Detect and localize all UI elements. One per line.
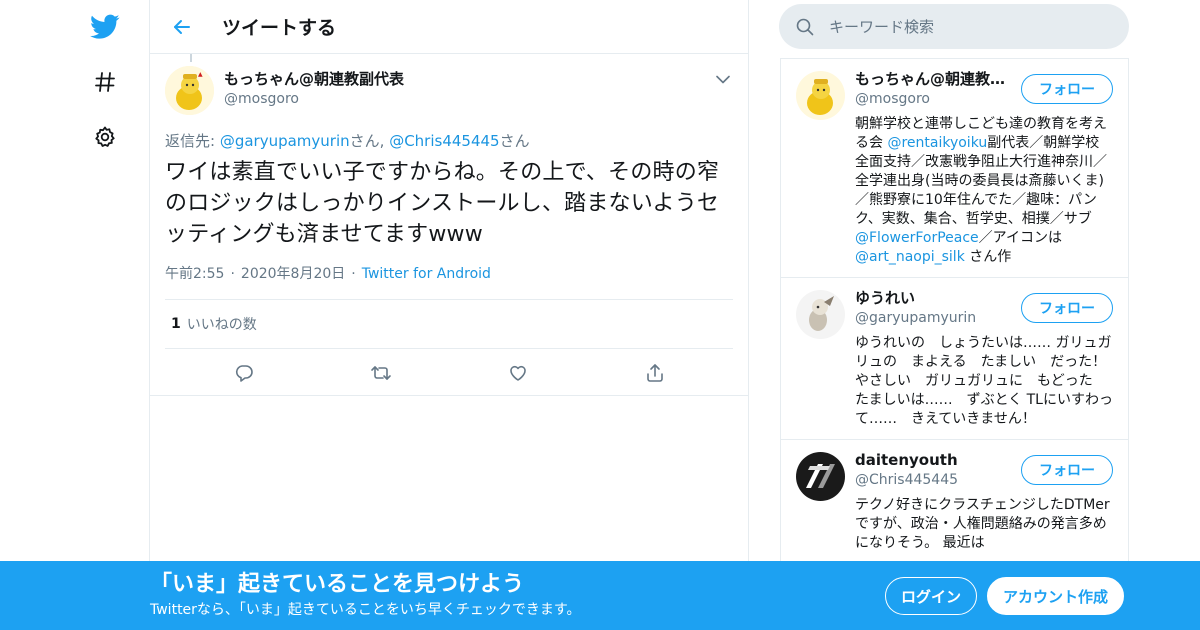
tweet-source[interactable]: Twitter for Android <box>362 264 491 284</box>
bio-mention-link[interactable]: @rentaikyoiku <box>887 135 987 151</box>
tweet-date[interactable]: 2020年8月20日 <box>241 264 345 284</box>
user-cell[interactable]: ゆうれい @garyupamyurin フォロー ゆうれいの しょうたいは…… … <box>781 278 1128 440</box>
meta-dot: · <box>230 266 235 282</box>
twitter-logo-icon[interactable] <box>88 10 122 44</box>
author-display-name[interactable]: もっちゃん@朝連教副代表 <box>224 69 404 89</box>
user-bio: テクノ好きにクラスチェンジしたDTMerですが、政治・人権問題絡みの発言多めにな… <box>855 497 1110 551</box>
search-input[interactable] <box>829 17 1109 36</box>
user-display-name[interactable]: もっちゃん@朝連教… <box>855 69 1010 89</box>
login-button[interactable]: ログイン <box>885 577 977 615</box>
reply-suffix: さん <box>499 132 530 150</box>
page-title: ツイートする <box>222 17 337 39</box>
follow-button[interactable]: フォロー <box>1021 293 1113 323</box>
avatar[interactable] <box>796 452 845 501</box>
follow-button[interactable]: フォロー <box>1021 455 1113 485</box>
search-bar[interactable] <box>779 4 1129 49</box>
share-icon[interactable] <box>635 353 675 393</box>
avatar[interactable]: ▲ <box>165 66 214 115</box>
meta-dot: · <box>351 266 356 282</box>
user-bio: ゆうれいの しょうたいは…… ガリュガリュの まよえる たましい だった！ やさ… <box>855 335 1113 427</box>
signup-banner: 「いま」起きていることを見つけよう Twitterなら、「いま」起きていることを… <box>0 561 1200 630</box>
tweet-stats[interactable]: 1 いいねの数 <box>165 299 733 349</box>
user-cell[interactable]: daitenyouth @Chris445445 フォロー テクノ好きにクラスチ… <box>781 440 1128 563</box>
likes-count: 1 <box>171 316 181 332</box>
user-bio: 朝鮮学校と連帯しこども達の教育を考える会 @rentaikyoiku副代表／朝鮮… <box>855 115 1113 267</box>
follow-button[interactable]: フォロー <box>1021 74 1113 104</box>
user-display-name[interactable]: ゆうれい <box>855 288 1010 308</box>
explore-hashtag-icon[interactable] <box>88 65 122 99</box>
tweet-detail: ▲ もっちゃん@朝連教副代表 @mosgoro 返信先: @garyupamyu… <box>150 54 748 397</box>
thread-line <box>190 54 192 62</box>
user-cell[interactable]: もっちゃん@朝連教… @mosgoro フォロー 朝鮮学校と連帯しこども達の教育… <box>781 59 1128 278</box>
tweet-author[interactable]: ▲ もっちゃん@朝連教副代表 @mosgoro <box>165 54 733 115</box>
avatar[interactable] <box>796 71 845 120</box>
reply-prefix: 返信先: <box>165 132 220 150</box>
banner-title: 「いま」起きていることを見つけよう <box>150 572 525 597</box>
bio-mention-link[interactable]: @FlowerForPeace <box>855 230 979 246</box>
bio-text: ／アイコンは <box>978 230 1062 246</box>
reply-separator: さん, <box>349 132 390 150</box>
bio-mention-link[interactable]: @art_naopi_silk <box>855 249 965 265</box>
signup-button[interactable]: アカウント作成 <box>987 577 1124 615</box>
search-icon <box>795 17 815 37</box>
back-arrow-icon[interactable] <box>166 11 198 43</box>
user-display-name[interactable]: daitenyouth <box>855 450 1010 470</box>
reply-user-link[interactable]: @Chris445445 <box>389 132 499 150</box>
svg-text:▲: ▲ <box>198 71 203 78</box>
tweet-meta: 午前2:55 · 2020年8月20日 · Twitter for Androi… <box>165 264 733 284</box>
author-handle[interactable]: @mosgoro <box>224 89 404 109</box>
main-header: ツイートする <box>150 0 748 54</box>
main-column: ツイートする ▲ もっちゃん@朝連教副代表 @mosgoro 返信先: @gar… <box>149 0 749 630</box>
banner-subtitle: Twitterなら、「いま」起きていることをいち早くチェックできます。 <box>150 602 581 618</box>
avatar[interactable] <box>796 290 845 339</box>
reply-user-link[interactable]: @garyupamyurin <box>220 132 350 150</box>
tweet-text: ワイは素直でいい子ですからね。その上で、その時の窄のロジックはしっかりインストー… <box>165 160 720 247</box>
related-users-card: もっちゃん@朝連教… @mosgoro フォロー 朝鮮学校と連帯しこども達の教育… <box>780 58 1129 630</box>
like-heart-icon[interactable] <box>498 353 538 393</box>
chevron-down-icon[interactable] <box>712 68 734 90</box>
retweet-icon[interactable] <box>361 353 401 393</box>
tweet-actions <box>165 349 733 397</box>
tweet-time[interactable]: 午前2:55 <box>165 264 224 284</box>
divider <box>150 395 748 396</box>
settings-gear-icon[interactable] <box>88 120 122 154</box>
reply-icon[interactable] <box>224 353 264 393</box>
reply-to-line: 返信先: @garyupamyurinさん, @Chris445445さん <box>165 131 733 151</box>
bio-text: さん作 <box>964 249 1012 265</box>
left-nav <box>0 0 150 630</box>
likes-label: いいねの数 <box>186 317 257 333</box>
